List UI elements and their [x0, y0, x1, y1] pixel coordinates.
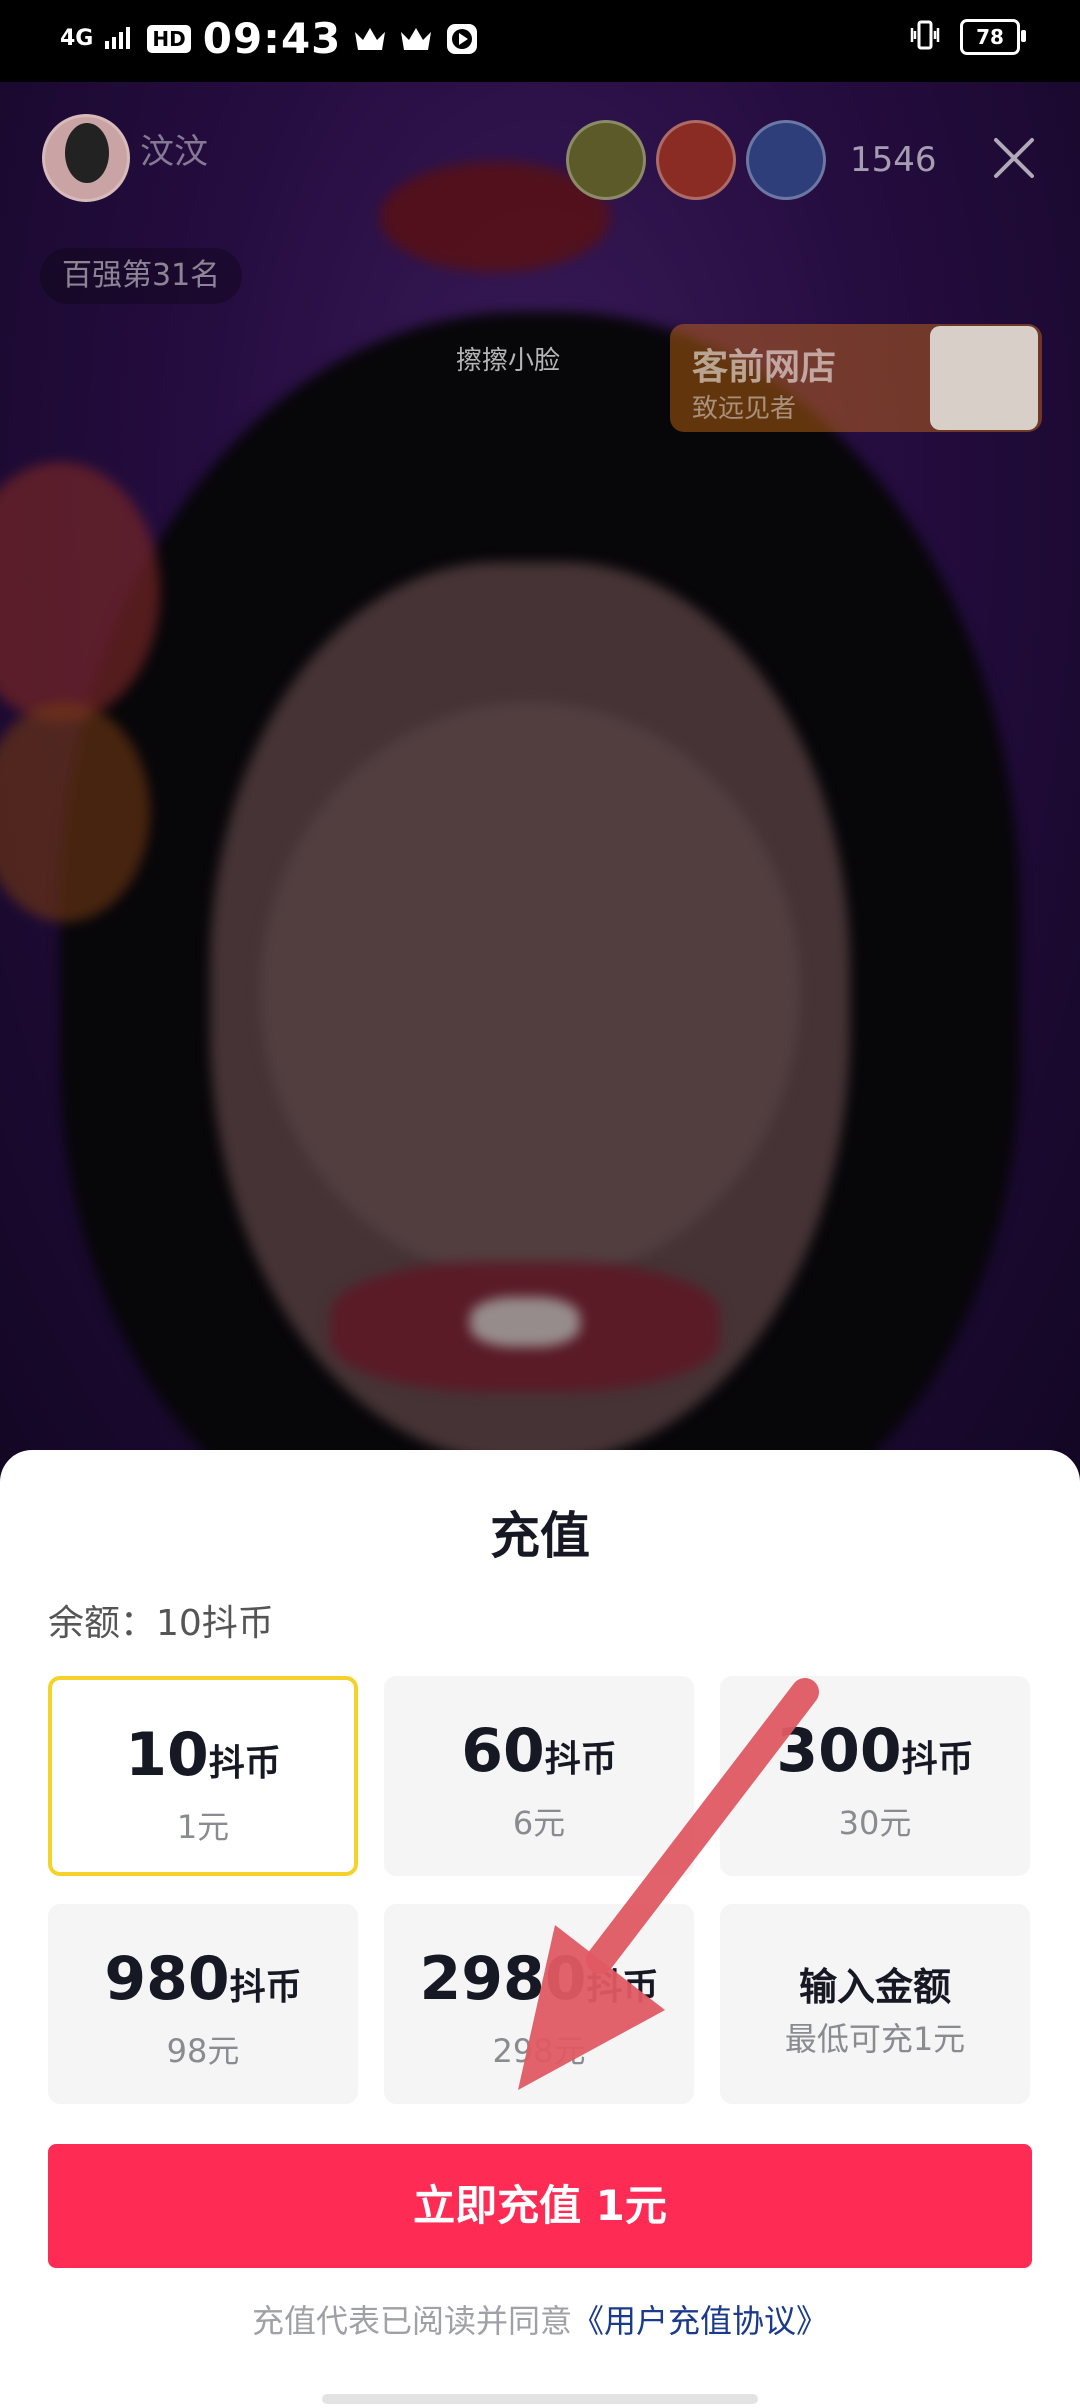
sheet-title: 充值 [490, 1507, 590, 1565]
signal-icon [105, 25, 135, 53]
balance-label: 余额：10抖币 [48, 1603, 274, 1644]
network-indicator: 4G [60, 25, 94, 51]
clock: 09:43 [202, 14, 342, 63]
shop-title: 客前网店 [692, 347, 837, 388]
option-unit: 抖币 [544, 1739, 617, 1780]
rank-badge[interactable]: 百强第31名 [40, 248, 243, 304]
shop-subtitle: 致远见者 [692, 394, 797, 424]
recharge-option-2980[interactable]: 2980抖币 298元 [384, 1904, 694, 2104]
option-amount: 300 [776, 1716, 902, 1786]
agreement-line: 充值代表已阅读并同意《用户充值协议》 [0, 2296, 1080, 2342]
option-price: 1元 [176, 1808, 230, 1846]
vibrate-icon [908, 18, 942, 56]
play-circle-icon [445, 22, 479, 56]
recharge-option-980[interactable]: 980抖币 98元 [48, 1904, 358, 2104]
option-amount: 60 [461, 1716, 545, 1786]
crown-icon [353, 24, 387, 54]
option-price: 98元 [166, 2032, 240, 2070]
status-right: 78 [908, 18, 1026, 56]
option-price: 6元 [512, 1804, 566, 1842]
custom-amount-option[interactable]: 输入金额 最低可充1元 [720, 1904, 1030, 2104]
shop-photo [930, 326, 1038, 430]
hd-badge: HD [147, 24, 191, 53]
option-unit: 抖币 [229, 1967, 302, 2008]
recharge-option-300[interactable]: 300抖币 30元 [720, 1676, 1030, 1876]
status-left: 4G HD 09:43 [60, 14, 479, 63]
option-price: 298元 [492, 2032, 586, 2070]
recharge-option-60[interactable]: 60抖币 6元 [384, 1676, 694, 1876]
option-amount: 10 [125, 1720, 209, 1790]
agreement-link[interactable]: 《用户充值协议》 [572, 2302, 828, 2340]
option-unit: 抖币 [586, 1967, 659, 2008]
close-button[interactable] [990, 134, 1038, 182]
option-price: 30元 [838, 1804, 912, 1842]
option-unit: 抖币 [901, 1739, 974, 1780]
viewer-avatar[interactable] [656, 120, 736, 200]
option-amount: 980 [104, 1944, 230, 2014]
agreement-text: 充值代表已阅读并同意 [251, 2302, 572, 2340]
battery-indicator: 78 [960, 19, 1026, 55]
host-name[interactable]: 汶汶 [140, 124, 208, 173]
viewer-avatar[interactable] [746, 120, 826, 200]
close-icon [994, 138, 1034, 178]
option-amount: 2980 [419, 1944, 587, 2014]
viewer-count[interactable]: 1546 [850, 140, 937, 180]
option-unit: 抖币 [208, 1743, 281, 1784]
host-avatar[interactable] [42, 114, 130, 202]
home-indicator[interactable] [322, 2394, 758, 2404]
crown-icon [399, 24, 433, 54]
recharge-now-button[interactable]: 立即充值 1元 [48, 2144, 1032, 2268]
viewer-avatar[interactable] [566, 120, 646, 200]
promo-tag: 擦擦小脸 [456, 346, 561, 376]
recharge-option-10[interactable]: 10抖币 1元 [48, 1676, 358, 1876]
status-bar: 4G HD 09:43 78 [0, 0, 1080, 82]
custom-amount-title: 输入金额 [798, 1965, 951, 2009]
custom-amount-subtitle: 最低可充1元 [784, 2020, 966, 2058]
